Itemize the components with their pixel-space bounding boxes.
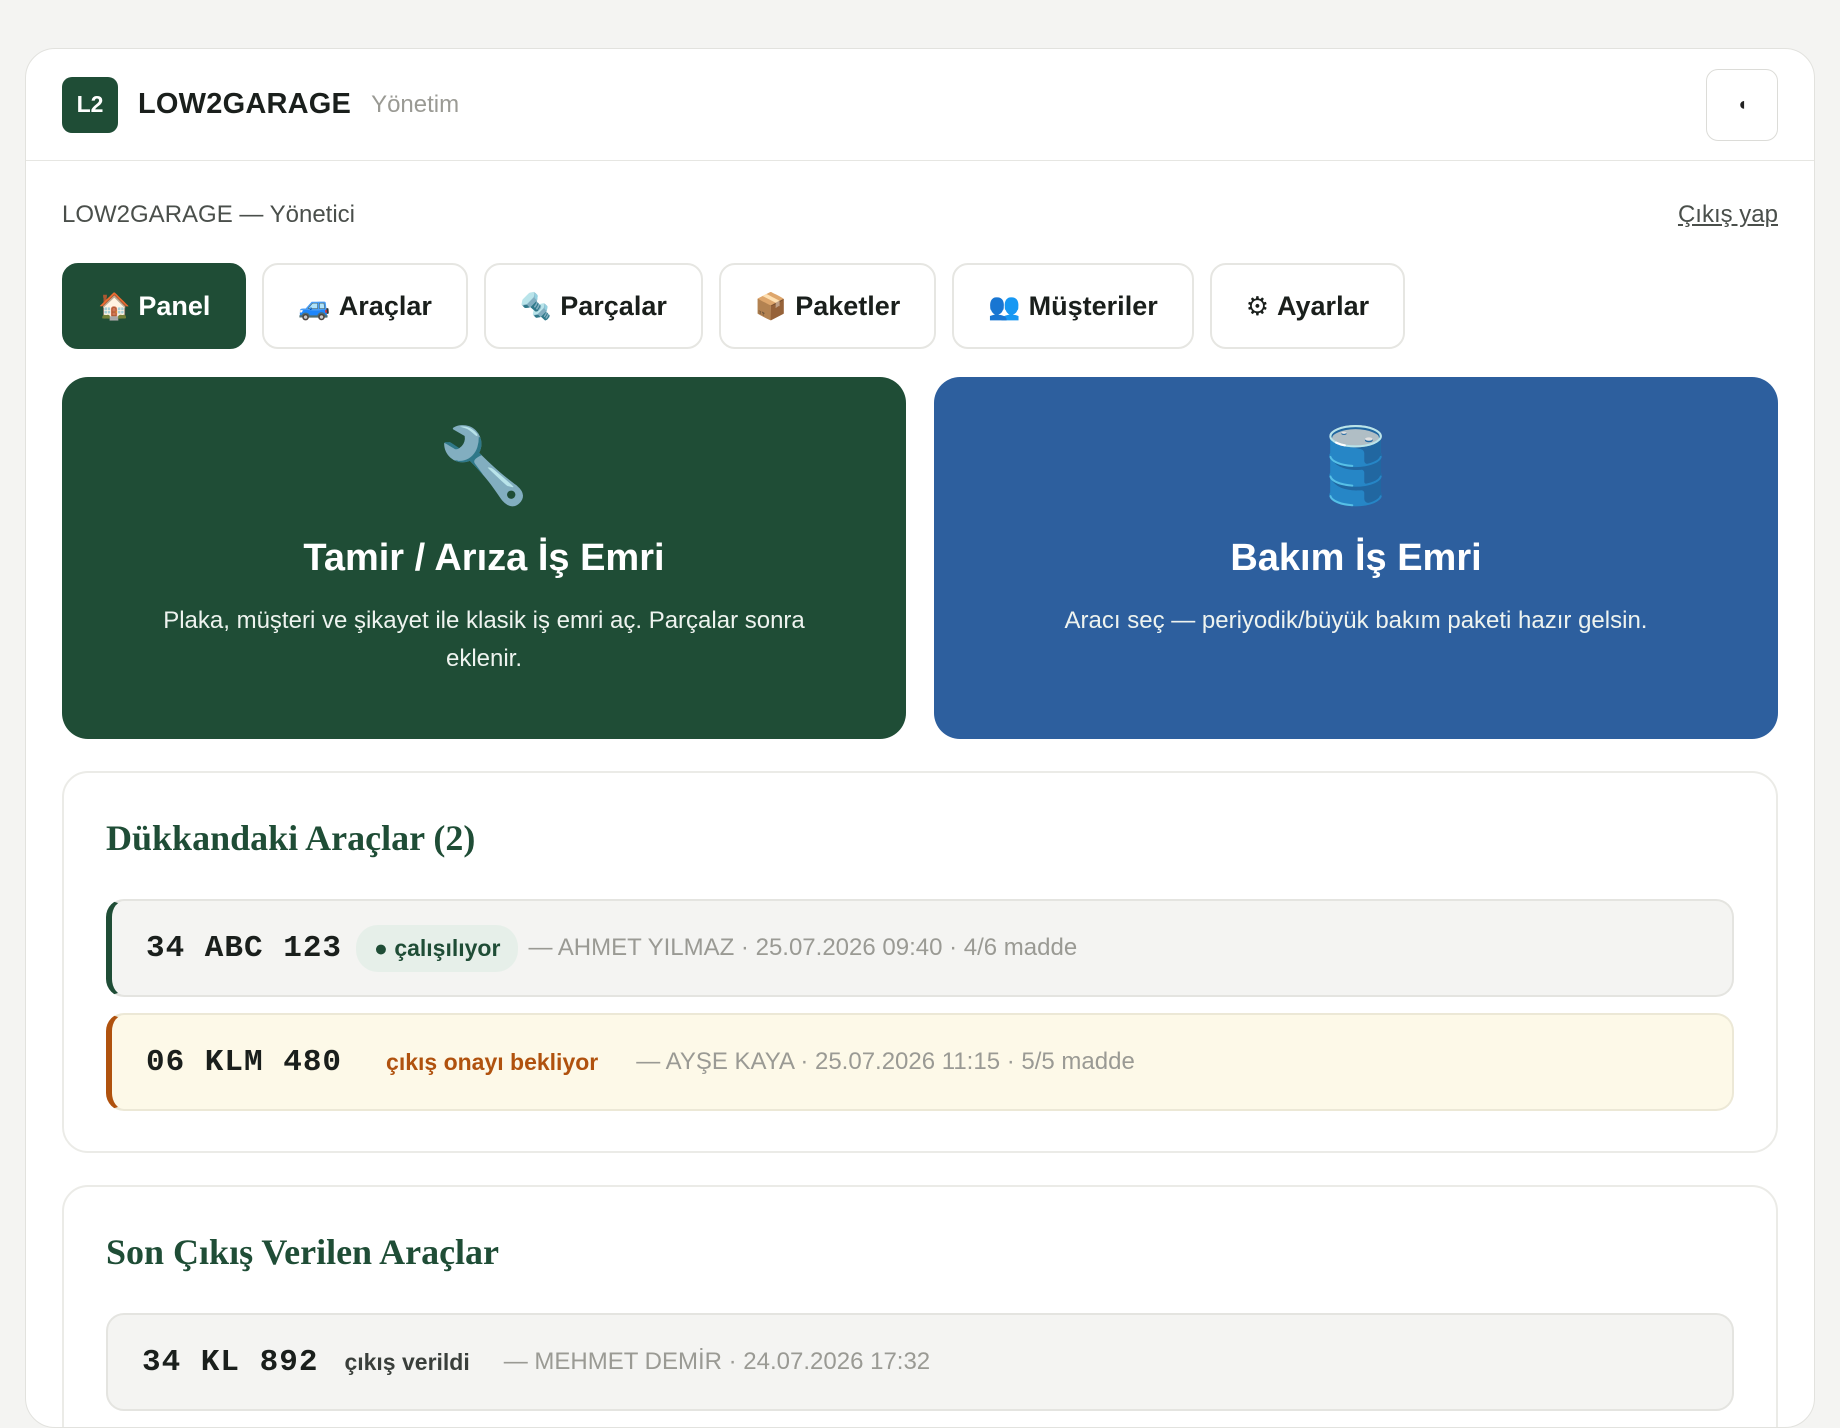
vehicle-meta: — MEHMET DEMİR · 24.07.2026 17:32 <box>503 1348 931 1375</box>
status-badge: çıkış verildi <box>344 1348 470 1375</box>
user-label: LOW2GARAGE — Yönetici <box>62 201 355 228</box>
in-shop-title: Dükkandaki Araçlar (2) <box>106 818 476 858</box>
half-moon-icon: ◖ <box>1736 94 1748 114</box>
tab-panel[interactable]: 🏠 Panel <box>62 263 247 349</box>
maintenance-card-title: Bakım İş Emri <box>1230 537 1482 579</box>
in-shop-list: 34 ABC 123 ● çalışılıyor — AHMET YILMAZ … <box>106 899 1734 1111</box>
brand-logo: L2 <box>62 76 118 133</box>
status-badge: ● çalışılıyor <box>356 924 519 972</box>
tab-vehicles[interactable]: 🚙 Araçlar <box>262 263 468 349</box>
plate-number: 34 KL 892 <box>142 1344 319 1380</box>
logout-link[interactable]: Çıkış yap <box>1678 201 1778 229</box>
tab-label: Araçlar <box>338 290 432 321</box>
main-nav: 🏠 Panel 🚙 Araçlar 🔩 Parçalar 📦 Paketler … <box>62 263 1778 349</box>
repair-card-title: Tamir / Arıza İş Emri <box>303 537 665 579</box>
plate-number: 34 ABC 123 <box>146 930 343 966</box>
users-icon: 👥 <box>988 290 1021 321</box>
tab-label: Ayarlar <box>1277 290 1370 321</box>
tab-customers[interactable]: 👥 Müşteriler <box>952 263 1194 349</box>
maintenance-card-description: Aracı seç — periyodik/büyük bakım paketi… <box>1064 607 1648 634</box>
wrench-icon: 🔧 <box>437 424 531 507</box>
vehicle-meta: — AHMET YILMAZ · 25.07.2026 09:40 · 4/6 … <box>528 934 1078 961</box>
brand-name: LOW2GARAGE <box>138 88 352 120</box>
quick-actions: 🔧 Tamir / Arıza İş Emri Plaka, müşteri v… <box>62 377 1778 739</box>
released-list: 34 KL 892 çıkış verildi — MEHMET DEMİR ·… <box>106 1313 1734 1411</box>
vehicle-meta: — AYŞE KAYA · 25.07.2026 11:15 · 5/5 mad… <box>636 1048 1135 1075</box>
vehicle-row[interactable]: 34 KL 892 çıkış verildi — MEHMET DEMİR ·… <box>106 1313 1734 1411</box>
status-badge: çıkış onayı bekliyor <box>386 1048 599 1075</box>
user-row: LOW2GARAGE — Yönetici Çıkış yap <box>62 197 1778 233</box>
house-icon: 🏠 <box>98 290 131 321</box>
tab-label: Paketler <box>795 290 901 321</box>
gear-icon: ⚙ <box>1245 290 1270 321</box>
tab-label: Panel <box>138 290 211 321</box>
released-title: Son Çıkış Verilen Araçlar <box>106 1232 500 1272</box>
app-window: L2 LOW2GARAGE Yönetim ◖ LOW2GARAGE — Yön… <box>25 48 1815 1428</box>
main-content: LOW2GARAGE — Yönetici Çıkış yap 🏠 Panel … <box>26 197 1814 1427</box>
brand-subtitle: Yönetim <box>371 90 460 118</box>
vehicle-row[interactable]: 34 ABC 123 ● çalışılıyor — AHMET YILMAZ … <box>106 899 1734 997</box>
plate-number: 06 KLM 480 <box>146 1044 343 1080</box>
vehicle-row[interactable]: 06 KLM 480 çıkış onayı bekliyor — AYŞE K… <box>106 1013 1734 1111</box>
released-panel: Son Çıkış Verilen Araçlar 34 KL 892 çıkı… <box>62 1185 1778 1427</box>
in-shop-panel: Dükkandaki Araçlar (2) 34 ABC 123 ● çalı… <box>62 771 1778 1153</box>
repair-card-description: Plaka, müşteri ve şikayet ile klasik iş … <box>163 607 805 672</box>
tab-packages[interactable]: 📦 Paketler <box>718 263 937 349</box>
repair-work-order-card[interactable]: 🔧 Tamir / Arıza İş Emri Plaka, müşteri v… <box>62 377 906 739</box>
tab-parts[interactable]: 🔩 Parçalar <box>483 263 703 349</box>
tab-label: Parçalar <box>560 290 667 321</box>
top-bar: L2 LOW2GARAGE Yönetim ◖ <box>26 49 1814 161</box>
maintenance-work-order-card[interactable]: 🛢️ Bakım İş Emri Aracı seç — periyodik/b… <box>934 377 1778 739</box>
package-icon: 📦 <box>754 290 788 321</box>
car-icon: 🚙 <box>298 290 331 321</box>
tab-settings[interactable]: ⚙ Ayarlar <box>1209 263 1406 349</box>
tab-label: Müşteriler <box>1028 290 1158 321</box>
theme-toggle-button[interactable]: ◖ <box>1706 68 1778 141</box>
oil-drum-icon: 🛢️ <box>1309 424 1403 507</box>
bolt-icon: 🔩 <box>519 290 553 321</box>
